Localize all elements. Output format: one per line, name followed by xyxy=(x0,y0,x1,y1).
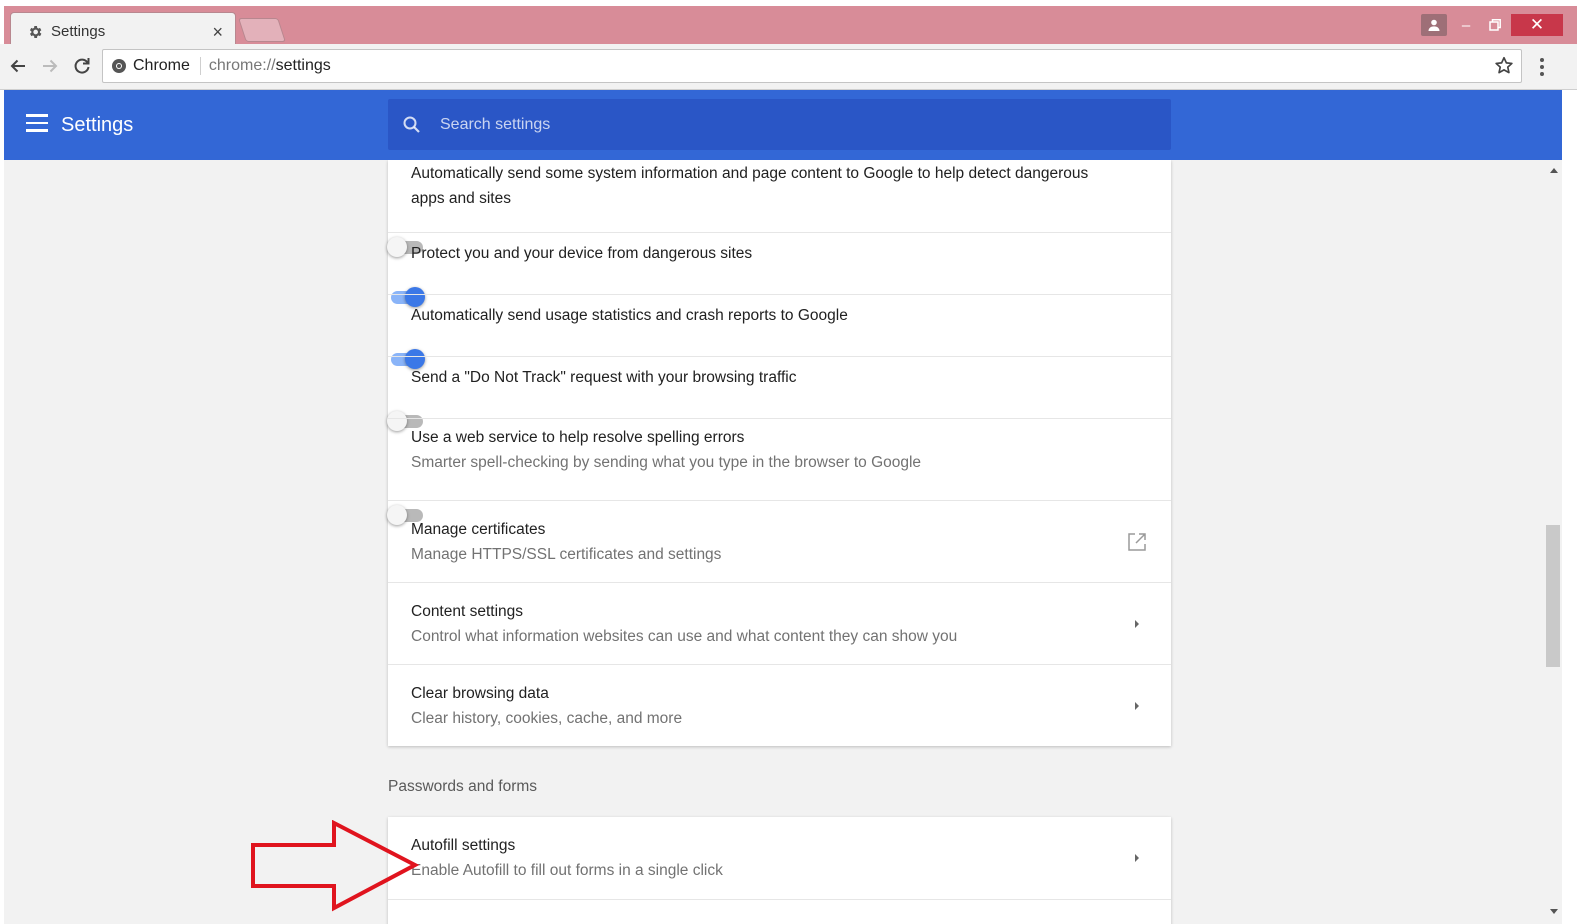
tab-close-icon[interactable]: × xyxy=(212,23,223,41)
row-title: Protect you and your device from dangero… xyxy=(411,245,753,262)
url-text[interactable]: chrome://settings xyxy=(201,57,331,75)
arrow-right-icon xyxy=(43,59,58,73)
hamburger-menu-icon[interactable] xyxy=(26,114,48,132)
passwords-card: Autofill settings Enable Autofill to fil… xyxy=(388,817,1171,924)
row-title: Use a web service to help resolve spelli… xyxy=(411,428,745,446)
url-scheme: chrome:// xyxy=(208,57,276,74)
annotation-arrow-icon xyxy=(251,820,420,912)
privacy-card: Automatically send some system informati… xyxy=(387,160,1171,746)
setting-row-safe-browsing-reports[interactable]: Automatically send some system informati… xyxy=(387,160,1171,257)
page-scrollbar[interactable] xyxy=(1546,160,1562,924)
setting-row-autofill[interactable]: Autofill settings Enable Autofill to fil… xyxy=(388,817,1171,899)
url-path: settings xyxy=(275,57,331,74)
window-titlebar: Settings × – ✕ xyxy=(0,0,1577,50)
chrome-icon xyxy=(112,59,126,73)
browser-toolbar: Chrome chrome://settings xyxy=(0,44,1577,90)
scroll-up-icon[interactable] xyxy=(1549,166,1559,174)
row-subtitle: Smarter spell-checking by sending what y… xyxy=(411,453,922,471)
reload-button[interactable] xyxy=(70,54,94,78)
row-title: Automatically send usage statistics and … xyxy=(411,307,848,324)
reload-icon xyxy=(74,58,90,74)
search-input[interactable]: Search settings xyxy=(440,116,550,134)
restore-icon xyxy=(1489,19,1501,31)
back-button[interactable] xyxy=(6,54,30,78)
bookmark-star-icon[interactable] xyxy=(1493,55,1515,77)
menu-dot xyxy=(1540,65,1544,69)
scrollbar-thumb[interactable] xyxy=(1546,525,1560,667)
row-subtitle: Enable Autofill to fill out forms in a s… xyxy=(411,862,723,879)
gear-icon xyxy=(29,25,42,38)
row-subtitle: Control what information websites can us… xyxy=(411,627,958,645)
row-title: Send a "Do Not Track" request with your … xyxy=(411,369,797,386)
setting-row-clear-browsing-data[interactable]: Clear browsing data Clear history, cooki… xyxy=(388,664,1171,746)
row-title: Manage certificates xyxy=(411,520,546,538)
row-subtitle: Manage HTTPS/SSL certificates and settin… xyxy=(411,545,722,563)
row-title: Autofill settings xyxy=(411,837,516,854)
search-settings-field[interactable]: Search settings xyxy=(388,99,1171,150)
user-icon xyxy=(1428,19,1440,31)
address-bar[interactable]: Chrome chrome://settings xyxy=(102,49,1522,83)
setting-row-usage-statistics[interactable]: Automatically send usage statistics and … xyxy=(388,294,1171,369)
section-title-passwords: Passwords and forms xyxy=(388,778,538,795)
setting-row-spelling-service[interactable]: Use a web service to help resolve spelli… xyxy=(387,418,1171,525)
external-link-icon[interactable] xyxy=(1127,532,1147,552)
browser-menu-button[interactable] xyxy=(1532,54,1552,80)
row-subtitle: Clear history, cookies, cache, and more xyxy=(411,709,683,727)
settings-content: Automatically send some system informati… xyxy=(4,160,1546,924)
page-title: Settings xyxy=(61,114,134,136)
minimize-button[interactable]: – xyxy=(1453,14,1479,36)
setting-row-content-settings[interactable]: Content settings Control what informatio… xyxy=(388,582,1171,664)
arrow-left-icon xyxy=(10,59,25,73)
setting-row-manage-certificates[interactable]: Manage certificates Manage HTTPS/SSL cer… xyxy=(388,500,1171,582)
window-edge xyxy=(1562,90,1577,924)
menu-dot xyxy=(1540,72,1544,76)
scroll-down-icon[interactable] xyxy=(1549,908,1559,916)
setting-row-protect-device[interactable]: Protect you and your device from dangero… xyxy=(388,232,1171,307)
row-title: Automatically send some system informati… xyxy=(411,165,1089,207)
row-title: Clear browsing data xyxy=(411,684,549,702)
profile-icon[interactable] xyxy=(1421,14,1447,36)
forward-button[interactable] xyxy=(38,54,62,78)
row-title: Content settings xyxy=(411,602,524,620)
search-icon xyxy=(403,116,420,133)
chevron-right-icon[interactable] xyxy=(1131,851,1143,865)
restore-button[interactable] xyxy=(1482,14,1508,36)
setting-row-next[interactable] xyxy=(388,899,1171,924)
new-tab-button[interactable] xyxy=(238,18,286,42)
settings-header: Settings Search settings xyxy=(4,90,1562,160)
chevron-right-icon[interactable] xyxy=(1131,617,1143,631)
omnibox-chip: Chrome xyxy=(133,57,201,75)
tab-title: Settings xyxy=(51,23,106,40)
setting-row-do-not-track[interactable]: Send a "Do Not Track" request with your … xyxy=(387,356,1171,431)
chevron-right-icon[interactable] xyxy=(1131,699,1143,713)
menu-dot xyxy=(1540,58,1544,62)
close-window-button[interactable]: ✕ xyxy=(1511,14,1563,36)
